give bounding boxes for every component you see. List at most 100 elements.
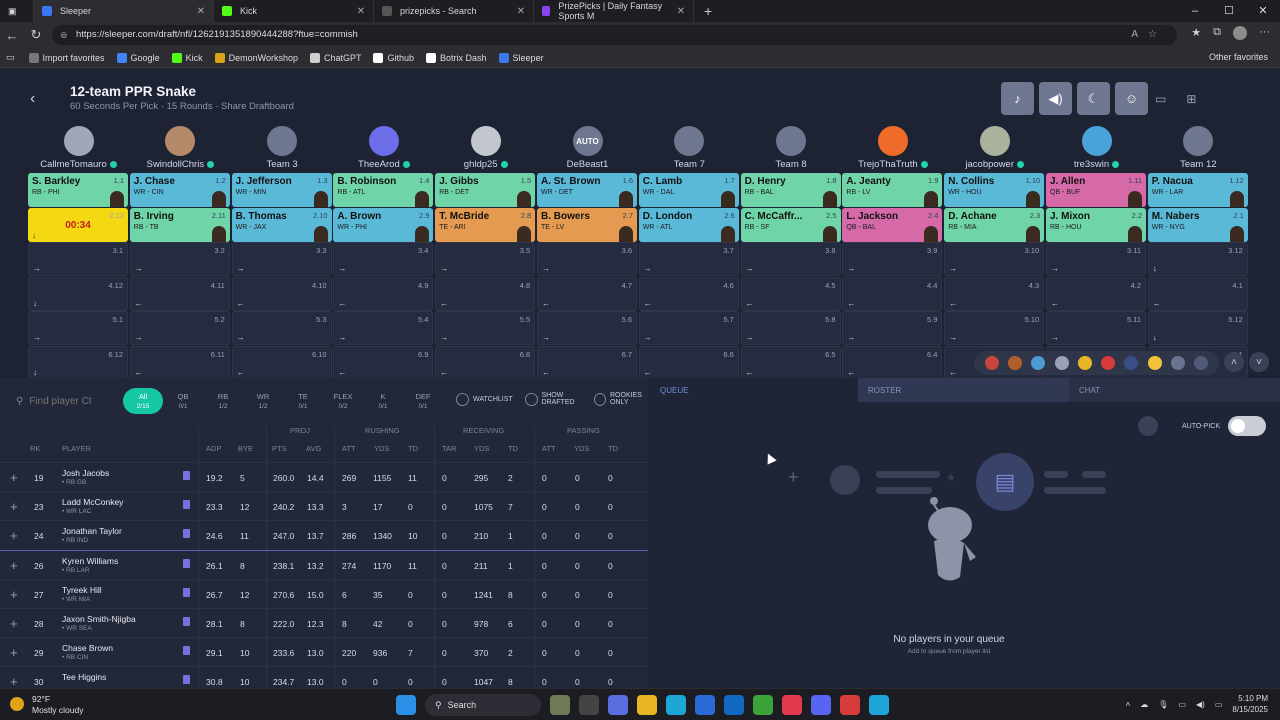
empty-pick-cell[interactable]: 3.4 → [333, 242, 434, 276]
taskbar-search[interactable]: ⚲ Search [425, 694, 541, 716]
smile-icon[interactable]: ☺ [1115, 82, 1148, 115]
empty-pick-cell[interactable]: 6.9 ← [333, 345, 434, 380]
column-header[interactable]: RK [30, 444, 40, 453]
volume-icon[interactable]: ◀) [1039, 82, 1072, 115]
empty-pick-cell[interactable]: 5.5 → [435, 311, 536, 345]
empty-pick-cell[interactable]: 3.11 → [1046, 242, 1146, 276]
bookmark-item[interactable]: Kick [171, 52, 203, 63]
network-icon[interactable]: ☁ [1140, 700, 1148, 709]
empty-pick-cell[interactable]: 4.12 ↓ [28, 276, 128, 311]
player-row[interactable]: + Jaxon Smith-Njigba • WR SEA 28 28.1 8 222.0 1… [0, 608, 648, 637]
bookmark-item[interactable]: ChatGPT [309, 52, 361, 63]
column-header[interactable]: PLAYER [62, 444, 91, 453]
empty-pick-cell[interactable]: 5.10 → [944, 311, 1045, 345]
add-to-queue-icon[interactable]: + [10, 558, 18, 573]
position-tab[interactable]: WR 1/2 [243, 388, 283, 414]
empty-pick-cell[interactable]: 3.8 → [740, 242, 841, 276]
column-header[interactable]: TD [508, 444, 518, 453]
empty-pick-cell[interactable]: 5.6 → [537, 311, 637, 345]
discord-icon[interactable] [811, 695, 831, 715]
empty-pick-cell[interactable]: 6.8 ← [435, 345, 536, 380]
filter-toggle[interactable]: WATCHLIST [456, 392, 513, 406]
empty-pick-cell[interactable]: 6.11 ← [129, 345, 230, 380]
draft-pick-cell[interactable]: N. Collins WR - HOU 1.10 [944, 173, 1045, 207]
add-to-queue-icon[interactable]: + [10, 499, 18, 514]
browser-tab[interactable]: Sleeper ✕ [34, 0, 214, 22]
chrome-icon[interactable] [840, 695, 860, 715]
bookmark-item[interactable]: Import favorites [28, 52, 105, 63]
player-row[interactable]: + Josh Jacobs • RB GB 19 19.2 5 260.0 14.4 269 11… [0, 462, 648, 491]
draft-pick-cell[interactable]: M. Nabers WR - NYG 2.1 [1147, 207, 1248, 242]
draft-pick-cell[interactable]: J. Chase WR - CIN 1.2 [129, 173, 230, 207]
column-header[interactable]: TD [608, 444, 618, 453]
empty-pick-cell[interactable]: 6.12 ↓ [28, 345, 128, 380]
add-to-queue-icon[interactable]: + [10, 645, 18, 660]
team-header[interactable]: CallmeTomauro [28, 126, 129, 170]
store-icon[interactable] [695, 695, 715, 715]
empty-pick-cell[interactable]: 3.2 → [129, 242, 230, 276]
radio-circle[interactable] [525, 392, 538, 406]
bookmarks-menu-icon[interactable]: ▭ [6, 52, 15, 63]
team-header[interactable]: tre3swin [1046, 126, 1147, 170]
gear-icon[interactable] [1138, 416, 1158, 436]
draft-pick-cell[interactable]: A. Jeanty RB - LV 1.9 [842, 173, 943, 207]
empty-pick-cell[interactable]: 5.8 → [740, 311, 841, 345]
draft-pick-cell[interactable]: P. Nacua WR - LAR 1.12 [1147, 173, 1248, 207]
collections-icon[interactable]: ⧉ [1213, 26, 1221, 40]
reaction-emoji[interactable] [1171, 356, 1186, 370]
reaction-emoji[interactable] [1054, 356, 1069, 370]
position-tab[interactable]: DEF 0/1 [403, 388, 443, 414]
note-icon[interactable] [183, 558, 190, 568]
note-icon[interactable] [183, 471, 190, 480]
position-tab[interactable]: All 2/15 [123, 388, 163, 414]
draft-pick-cell[interactable]: C. Lamb WR - DAL 1.7 [638, 173, 739, 207]
team-header[interactable]: Team 12 [1148, 126, 1249, 170]
radio-circle[interactable] [593, 392, 606, 406]
team-header[interactable]: AUTO DeBeast1 [537, 126, 638, 170]
draft-pick-cell[interactable]: A. St. Brown WR - DET 1.6 [537, 173, 637, 207]
draft-pick-cell[interactable]: A. Brown WR - PHI 2.9 [333, 207, 434, 242]
empty-pick-cell[interactable]: 4.8 ← [435, 276, 536, 311]
column-header[interactable]: YDS [474, 444, 489, 453]
add-to-queue-icon[interactable]: + [10, 616, 18, 631]
app-icon[interactable] [869, 695, 889, 715]
reaction-emoji[interactable] [1101, 356, 1116, 370]
team-header[interactable]: TheeArod [333, 126, 434, 170]
back-arrow-icon[interactable]: ‹ [30, 90, 35, 108]
empty-pick-cell[interactable]: 5.7 → [638, 311, 739, 345]
empty-pick-cell[interactable]: 3.1 → [28, 242, 128, 276]
team-header[interactable]: SwindollChris [130, 126, 231, 170]
team-header[interactable]: jacobpower [944, 126, 1045, 170]
column-header[interactable]: YDS [574, 444, 589, 453]
reaction-emoji[interactable] [1147, 356, 1162, 370]
browser-tab[interactable]: PrizePicks | Daily Fantasy Sports M ✕ [534, 0, 694, 22]
empty-pick-cell[interactable]: 6.6 ← [638, 345, 739, 380]
maximize-button[interactable]: ☐ [1212, 0, 1246, 22]
note-icon[interactable] [183, 617, 190, 626]
tab-close-icon[interactable]: ✕ [517, 6, 525, 17]
position-tab[interactable]: RB 1/2 [203, 388, 243, 414]
draft-pick-cell[interactable]: J. Gibbs RB - DET 1.5 [435, 173, 536, 207]
empty-pick-cell[interactable]: 3.6 → [537, 242, 637, 276]
back-nav-icon[interactable]: ← [0, 28, 24, 43]
battery-icon[interactable]: ▭ [1215, 700, 1223, 709]
chevron-up-icon[interactable]: ˄ [1224, 352, 1244, 372]
autopick-toggle[interactable] [1228, 416, 1266, 436]
empty-pick-cell[interactable]: 4.3 ← [944, 276, 1045, 311]
browser-tab[interactable]: Kick ✕ [214, 0, 374, 22]
empty-pick-cell[interactable]: 3.9 → [842, 242, 943, 276]
empty-pick-cell[interactable]: 3.3 → [231, 242, 332, 276]
tab-actions-button[interactable]: ▣ [0, 0, 34, 22]
empty-pick-cell[interactable]: 4.1 ← [1147, 276, 1248, 311]
music-icon[interactable] [782, 695, 802, 715]
add-to-queue-icon[interactable]: + [10, 528, 18, 543]
empty-pick-cell[interactable]: 4.9 ← [333, 276, 434, 311]
player-row[interactable]: + Jonathan Taylor • RB IND 24 24.6 11 247.0 13.… [0, 520, 648, 549]
player-search[interactable]: ⚲ [16, 390, 106, 412]
radio-circle[interactable] [456, 392, 469, 406]
chevron-down-icon[interactable]: ˅ [1249, 352, 1269, 372]
minimize-button[interactable]: – [1178, 0, 1212, 22]
file-explorer-icon[interactable] [637, 695, 657, 715]
reaction-emoji[interactable] [1077, 356, 1092, 370]
chevron-up-icon[interactable]: ˄ [1126, 700, 1131, 709]
